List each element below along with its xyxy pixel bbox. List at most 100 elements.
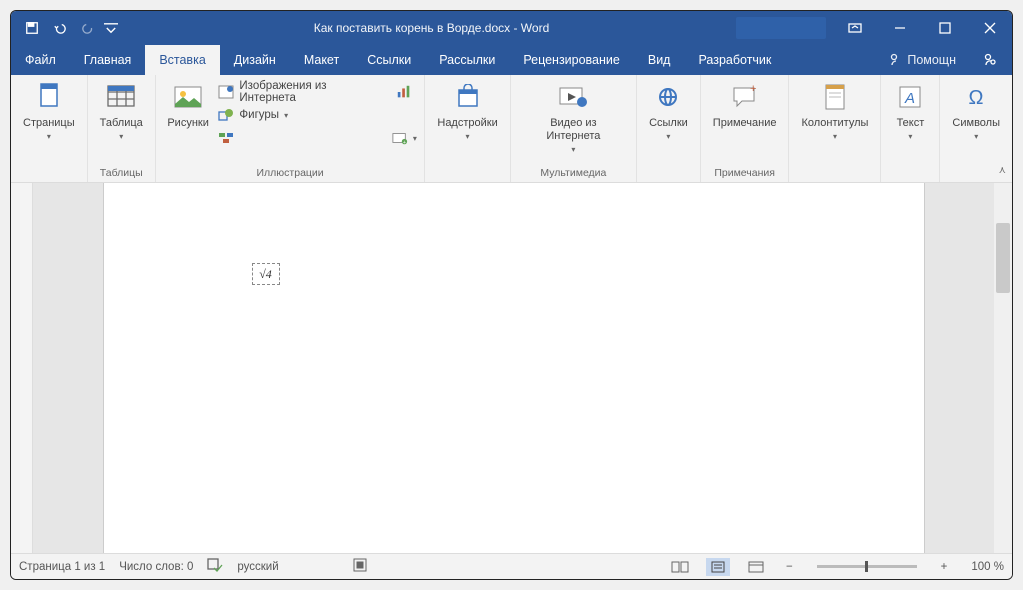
links-button[interactable]: Ссылки ▾	[643, 79, 694, 143]
comment-icon: +	[729, 81, 761, 113]
zoom-out-button[interactable]: −	[782, 561, 797, 573]
media-group-label: Мультимедиа	[517, 167, 630, 181]
link-icon	[652, 81, 684, 113]
print-layout-button[interactable]	[706, 558, 730, 576]
maximize-button[interactable]	[922, 11, 967, 45]
group-addins: Надстройки ▾	[425, 75, 510, 182]
ribbon-display-button[interactable]	[832, 11, 877, 45]
smartart-icon	[218, 130, 234, 146]
group-header-footer: Колонтитулы ▾	[789, 75, 881, 182]
account-area[interactable]	[736, 17, 826, 39]
close-button[interactable]	[967, 11, 1012, 45]
tab-home[interactable]: Главная	[70, 45, 146, 75]
comment-button[interactable]: + Примечание	[707, 79, 783, 132]
chevron-down-icon: ▾	[47, 132, 51, 141]
symbols-label: Символы	[952, 117, 1000, 130]
header-footer-icon	[819, 81, 851, 113]
online-video-button[interactable]: Видео из Интернета ▾	[517, 79, 630, 156]
statusbar: Страница 1 из 1 Число слов: 0 русский − …	[11, 553, 1012, 579]
equation-object[interactable]: √4	[252, 263, 280, 285]
vertical-scrollbar[interactable]	[994, 183, 1012, 553]
addins-button[interactable]: Надстройки ▾	[431, 79, 503, 143]
chart-button[interactable]	[390, 81, 418, 103]
chevron-down-icon: ▾	[666, 132, 670, 141]
pages-label: Страницы	[23, 117, 75, 130]
window-controls	[736, 11, 1012, 45]
shapes-icon	[218, 107, 234, 123]
document-title: Как поставить корень в Ворде.docx - Word	[127, 21, 736, 35]
text-group-label	[887, 167, 933, 181]
language-indicator[interactable]: русский	[237, 561, 278, 573]
tables-group-label: Таблицы	[94, 167, 149, 181]
tell-me-label: Помощн	[907, 53, 956, 67]
document-page[interactable]: √4	[104, 183, 924, 553]
addins-group-label	[431, 167, 503, 181]
zoom-level[interactable]: 100 %	[971, 561, 1004, 573]
symbols-button[interactable]: Ω Символы ▾	[946, 79, 1006, 143]
chart-icon	[396, 84, 412, 100]
table-label: Таблица	[100, 117, 143, 130]
undo-button[interactable]	[47, 15, 73, 41]
table-button[interactable]: Таблица ▾	[94, 79, 149, 143]
svg-text:Ω: Ω	[969, 87, 984, 109]
titlebar: Как поставить корень в Ворде.docx - Word	[11, 11, 1012, 45]
text-button[interactable]: A Текст ▾	[887, 79, 933, 143]
chevron-down-icon: ▾	[908, 132, 912, 141]
pictures-label: Рисунки	[167, 117, 209, 130]
scrollbar-thumb[interactable]	[996, 223, 1010, 293]
tab-layout[interactable]: Макет	[290, 45, 353, 75]
tab-developer[interactable]: Разработчик	[684, 45, 785, 75]
zoom-handle[interactable]	[865, 561, 868, 572]
zoom-in-button[interactable]: +	[937, 561, 952, 573]
tab-mailings[interactable]: Рассылки	[425, 45, 509, 75]
vertical-ruler	[11, 183, 33, 553]
group-links: Ссылки ▾	[637, 75, 701, 182]
spellcheck-icon[interactable]	[207, 558, 223, 575]
minimize-button[interactable]	[877, 11, 922, 45]
web-layout-button[interactable]	[744, 558, 768, 576]
smartart-button[interactable]	[214, 127, 386, 149]
shapes-button[interactable]: Фигуры ▾	[214, 104, 386, 126]
header-footer-button[interactable]: Колонтитулы ▾	[795, 79, 874, 143]
symbols-group-label	[946, 167, 1006, 181]
tab-references[interactable]: Ссылки	[353, 45, 425, 75]
app-window: Как поставить корень в Ворде.docx - Word…	[10, 10, 1013, 580]
group-illustrations: Рисунки Изображения из Интернета Фигуры …	[156, 75, 426, 182]
tab-review[interactable]: Рецензирование	[509, 45, 634, 75]
tab-design[interactable]: Дизайн	[220, 45, 290, 75]
video-label: Видео из Интернета	[523, 117, 624, 143]
header-footer-group-label	[795, 167, 874, 181]
addins-label: Надстройки	[437, 117, 497, 130]
share-button[interactable]	[968, 45, 1012, 75]
comments-group-label: Примечания	[707, 167, 783, 181]
svg-text:+: +	[403, 140, 406, 145]
qat-customize-button[interactable]	[103, 15, 119, 41]
group-comments: + Примечание Примечания	[701, 75, 790, 182]
video-icon	[557, 81, 589, 113]
online-picture-icon	[218, 84, 234, 100]
equation-content: √4	[259, 267, 272, 282]
save-button[interactable]	[19, 15, 45, 41]
group-pages: Страницы ▾	[11, 75, 88, 182]
macro-icon[interactable]	[353, 558, 367, 575]
read-mode-button[interactable]	[668, 558, 692, 576]
online-pictures-button[interactable]: Изображения из Интернета	[214, 81, 386, 103]
text-icon: A	[894, 81, 926, 113]
tab-view[interactable]: Вид	[634, 45, 685, 75]
screenshot-button[interactable]: + ▾	[390, 127, 418, 149]
group-text: A Текст ▾	[881, 75, 940, 182]
collapse-ribbon-button[interactable]: ⋏	[999, 165, 1006, 176]
tab-file[interactable]: Файл	[11, 45, 70, 75]
redo-button[interactable]	[75, 15, 101, 41]
word-count[interactable]: Число слов: 0	[119, 561, 193, 573]
tell-me-search[interactable]: Помощн	[875, 45, 968, 75]
pages-button[interactable]: Страницы ▾	[17, 79, 81, 143]
screenshot-icon: +	[392, 130, 408, 146]
chevron-down-icon: ▾	[119, 132, 123, 141]
tab-insert[interactable]: Вставка	[145, 45, 219, 75]
quick-access-toolbar	[11, 15, 127, 41]
pictures-button[interactable]: Рисунки	[162, 79, 215, 132]
links-group-label	[643, 167, 694, 181]
zoom-slider[interactable]	[817, 565, 917, 568]
page-indicator[interactable]: Страница 1 из 1	[19, 561, 105, 573]
